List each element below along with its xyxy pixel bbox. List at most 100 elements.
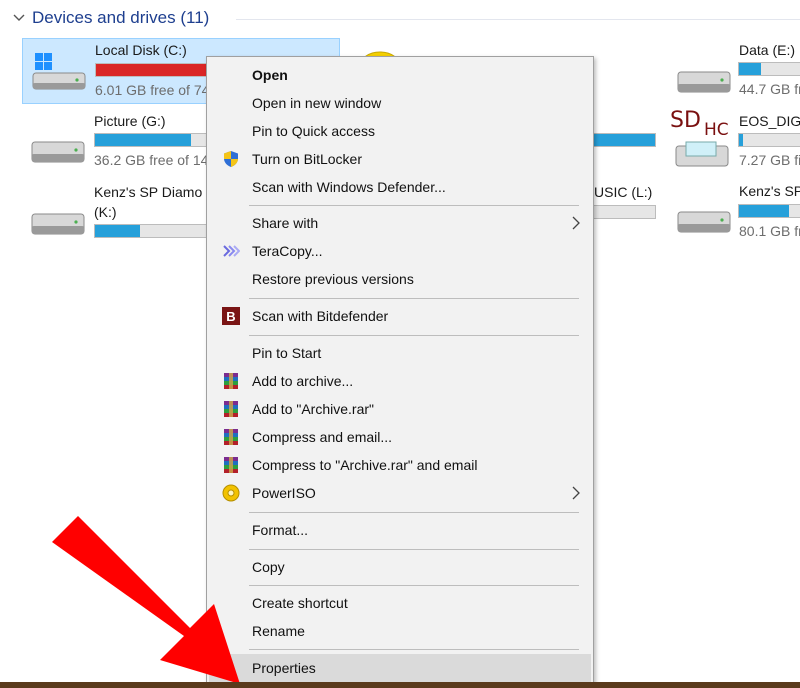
windows-drive-icon (32, 53, 86, 90)
drive-name: Local Disk (C:) (95, 42, 187, 58)
menu-item-share-with[interactable]: Share with (209, 209, 591, 237)
menu-item-label: Pin to Start (252, 345, 322, 361)
menu-separator (249, 585, 579, 586)
chevron-right-icon (572, 216, 580, 230)
menu-item-label: Compress and email... (252, 429, 393, 445)
drive-name: Kenz's SP (739, 183, 800, 199)
menu-item-pin-start[interactable]: Pin to Start (209, 339, 591, 367)
menu-item-create-shortcut[interactable]: Create shortcut (209, 589, 591, 617)
hard-drive-icon (677, 71, 731, 93)
menu-separator (249, 512, 579, 513)
poweriso-disc-icon (222, 484, 240, 502)
menu-item-rename[interactable]: Rename (209, 617, 591, 645)
sd-card-drive-icon (675, 141, 729, 167)
winrar-icon (224, 457, 238, 473)
taskbar-edge (0, 682, 800, 688)
menu-item-label: Format... (252, 522, 309, 538)
drive-name: EOS_DIGI (739, 113, 800, 129)
bitdefender-icon: B (222, 307, 240, 325)
menu-item-label: Share with (252, 215, 319, 231)
menu-item-restore-previous[interactable]: Restore previous versions (209, 265, 591, 293)
drive-usage-bar (738, 204, 800, 218)
menu-item-label: Add to "Archive.rar" (252, 401, 374, 417)
menu-separator (249, 549, 579, 550)
drive-name-line1: Kenz's SP Diamo (94, 184, 203, 200)
drive-usage-bar (738, 133, 800, 147)
hard-drive-icon (677, 211, 731, 233)
drive-kenz-sp-k[interactable]: Kenz's SP Diamo (K:) (22, 178, 224, 244)
menu-item-label: PowerISO (252, 485, 316, 501)
menu-item-add-archive[interactable]: Add to archive... (209, 367, 591, 395)
bitdefender-letter: B (226, 309, 235, 324)
menu-item-bitdefender[interactable]: B Scan with Bitdefender (209, 302, 591, 330)
drive-name: Picture (G:) (94, 113, 166, 129)
menu-item-windows-defender[interactable]: Scan with Windows Defender... (209, 173, 591, 201)
drive-free-space: 6.01 GB free of 74 (95, 82, 210, 98)
chevron-right-icon (572, 486, 580, 500)
winrar-icon (224, 373, 238, 389)
menu-item-label: Pin to Quick access (252, 123, 375, 139)
menu-item-label: Open in new window (252, 95, 382, 111)
drive-music-l[interactable]: USIC (L:) (594, 184, 652, 200)
section-title: Devices and drives (11) (32, 8, 210, 27)
menu-separator (249, 205, 579, 206)
menu-item-bitlocker[interactable]: Turn on BitLocker (209, 145, 591, 173)
drive-usage-bar (590, 205, 656, 219)
sd-badge-sd: SD (670, 108, 701, 133)
menu-item-label: Properties (252, 660, 316, 676)
drive-usage-bar (94, 133, 224, 147)
teracopy-icon (223, 245, 240, 257)
menu-item-copy[interactable]: Copy (209, 553, 591, 581)
drive-usage-bar (738, 62, 800, 76)
winrar-icon (224, 429, 238, 445)
drive-kenz-sp-2[interactable]: Kenz's SP 80.1 GB fr (668, 178, 800, 244)
red-arrow-annotation-icon (52, 516, 240, 684)
menu-item-add-archive-rar[interactable]: Add to "Archive.rar" (209, 395, 591, 423)
menu-item-label: Restore previous versions (252, 271, 414, 287)
section-divider (236, 19, 800, 20)
drive-free-space: 36.2 GB free of 14 (94, 152, 209, 168)
hard-drive-icon (31, 141, 85, 163)
drive-usage-fill (739, 134, 743, 146)
drive-free-space: 80.1 GB fr (739, 223, 800, 239)
uac-shield-icon (224, 151, 238, 167)
menu-separator (249, 298, 579, 299)
menu-item-teracopy[interactable]: TeraCopy... (209, 237, 591, 265)
drive-usage-fill (739, 205, 789, 217)
drive-free-space: 7.27 GB fi (739, 152, 800, 168)
menu-item-properties[interactable]: Properties (209, 654, 591, 682)
menu-item-label: Scan with Windows Defender... (252, 179, 446, 195)
menu-item-label: Scan with Bitdefender (252, 308, 389, 324)
drive-usage-fill (95, 134, 191, 146)
drive-eos-digital[interactable]: SD HC EOS_DIGI 7.27 GB fi (668, 108, 800, 174)
menu-item-label: Turn on BitLocker (252, 151, 362, 167)
menu-item-open-new-window[interactable]: Open in new window (209, 89, 591, 117)
menu-item-format[interactable]: Format... (209, 516, 591, 544)
hard-drive-icon (31, 213, 85, 235)
menu-item-label: Compress to "Archive.rar" and email (252, 457, 478, 473)
menu-item-label: Create shortcut (252, 595, 348, 611)
context-menu: Open Open in new window Pin to Quick acc… (206, 56, 594, 688)
drive-usage-bar (94, 224, 224, 238)
menu-item-compress-rar-email[interactable]: Compress to "Archive.rar" and email (209, 451, 591, 479)
drive-usage-bar-hidden (590, 133, 656, 147)
drive-usage-fill (739, 63, 761, 75)
menu-item-poweriso[interactable]: PowerISO (209, 479, 591, 507)
menu-item-label: Add to archive... (252, 373, 354, 389)
drive-usage-fill (95, 225, 140, 237)
devices-drives-header[interactable]: Devices and drives (11) (0, 0, 800, 36)
sd-badge-hc: HC (704, 120, 729, 140)
menu-item-compress-email[interactable]: Compress and email... (209, 423, 591, 451)
menu-separator (249, 335, 579, 336)
drive-picture-g[interactable]: Picture (G:) 36.2 GB free of 14 (22, 108, 224, 174)
winrar-icon (224, 401, 238, 417)
menu-item-label: Open (252, 67, 288, 83)
menu-item-open[interactable]: Open (209, 61, 591, 89)
menu-item-label: TeraCopy... (252, 243, 323, 259)
menu-item-label: Copy (252, 559, 285, 575)
chevron-down-icon[interactable] (12, 11, 26, 25)
menu-item-pin-quick-access[interactable]: Pin to Quick access (209, 117, 591, 145)
drive-name-line2: (K:) (94, 204, 117, 220)
drive-data-e[interactable]: Data (E:) 44.7 GB fr (668, 38, 800, 104)
menu-separator (249, 649, 579, 650)
